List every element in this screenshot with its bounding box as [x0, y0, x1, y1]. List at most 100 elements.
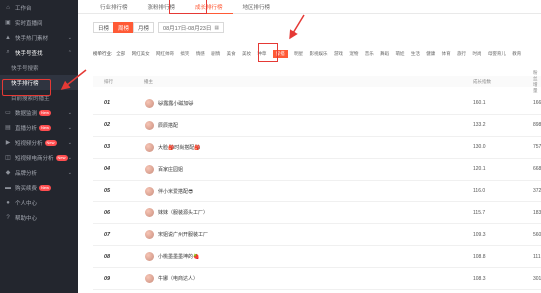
sidebar-item-label: 帮助中心	[15, 215, 38, 222]
category-19[interactable]: 体育	[442, 51, 451, 57]
name-cell[interactable]: 伴小米爱搭配😎	[133, 186, 473, 196]
rank-cell: 03	[104, 144, 111, 151]
category-21[interactable]: 时尚	[472, 51, 481, 57]
category-12[interactable]: 游戏	[334, 51, 343, 57]
table-row[interactable]: 03 大脸🎒时尚搭配🎒 130.0 757	[93, 137, 541, 159]
category-10[interactable]: 明星	[294, 51, 303, 57]
score-cell: 108.3	[473, 275, 486, 282]
fans-cell: 372	[533, 188, 541, 194]
monitor-icon: ▭	[5, 110, 11, 116]
avatar	[145, 164, 154, 174]
chevron-icon: ⌄	[67, 35, 72, 41]
category-0[interactable]: 全部	[116, 51, 125, 57]
category-13[interactable]: 宠物	[349, 51, 358, 57]
streamer-name: 伴小米爱搭配😎	[158, 188, 194, 195]
tab-region[interactable]: 地区排行榜	[233, 0, 281, 14]
live-icon: ▣	[5, 20, 11, 26]
sidebar-item[interactable]: ⌂ 工作台	[0, 0, 78, 15]
period-selector: 日榜 周榜 月榜 08月17日-08月23日 ▦	[93, 22, 225, 33]
sidebar-item[interactable]: ▭ 数据监测 New ⌄	[0, 105, 78, 120]
sidebar-item[interactable]: 快手号搜索	[0, 60, 78, 75]
month-button[interactable]: 月榜	[133, 22, 155, 33]
day-button[interactable]: 日榜	[93, 22, 115, 33]
diamond-icon: ◆	[5, 170, 11, 176]
sidebar-item[interactable]: ◫ 短视频电商分析 New ⌄	[0, 150, 78, 165]
category-11[interactable]: 影视娱乐	[310, 51, 328, 57]
category-23[interactable]: 教育	[512, 51, 521, 57]
category-3[interactable]: 搞笑	[180, 51, 189, 57]
sidebar-highlight-box	[2, 79, 51, 96]
table-row[interactable]: 09 牛娜（电商达人） 108.3 301	[93, 268, 541, 291]
table-row[interactable]: 01 😺露露小磁加😺 160.1 166	[93, 93, 541, 115]
table-row[interactable]: 06 妹妹（服装源头工厂） 115.7 183	[93, 202, 541, 225]
avatar	[145, 142, 154, 152]
category-1[interactable]: 网红美女	[132, 51, 150, 57]
category-17[interactable]: 生活	[411, 51, 420, 57]
score-cell: 116.0	[473, 188, 486, 194]
ranking-table: 01 😺露露小磁加😺 160.1 166 02 辰辰搭配 133.2 898 03 大脸🎒时尚搭配…	[93, 93, 541, 291]
new-badge: New	[39, 109, 52, 116]
sidebar-item[interactable]: ▶ 短视频分析 New ⌄	[0, 135, 78, 150]
video-icon: ▶	[5, 140, 11, 146]
name-cell[interactable]: 百家庄园姐	[133, 164, 473, 174]
main-panel: 行业排行榜 涨粉排行榜 成长排行榜 地区排行榜 日榜 周榜 月榜 08月17日-…	[78, 0, 541, 293]
category-15[interactable]: 舞蹈	[380, 51, 389, 57]
streamer-name: 辰辰搭配	[158, 122, 179, 129]
category-2[interactable]: 网红帅哥	[156, 51, 174, 57]
name-cell[interactable]: 大脸🎒时尚搭配🎒	[133, 142, 473, 152]
category-6[interactable]: 美食	[227, 51, 236, 57]
sidebar-item-label: 个人中心	[15, 200, 38, 207]
tab-industry[interactable]: 行业排行榜	[90, 0, 138, 14]
streamer-name: 妹妹（服装源头工厂）	[158, 210, 209, 217]
avatar	[145, 120, 154, 130]
category-14[interactable]: 音乐	[365, 51, 374, 57]
fans-cell: 757	[533, 144, 541, 151]
date-range-select[interactable]: 08月17日-08月23日 ▦	[158, 22, 225, 33]
sidebar-item[interactable]: ● 个人中心	[0, 195, 78, 210]
category-label: 榜单行业:	[93, 51, 113, 56]
category-7[interactable]: 美妆	[242, 51, 251, 57]
category-18[interactable]: 健康	[426, 51, 435, 57]
rank-cell: 01	[104, 100, 111, 107]
header-fans: 粉丝增量	[533, 69, 538, 93]
table-row[interactable]: 08 小桃墨墨墨坤的🍓 108.8 111	[93, 246, 541, 269]
name-cell[interactable]: 妹妹（服装源头工厂）	[133, 208, 473, 218]
sidebar-item[interactable]: ? 帮助中心	[0, 210, 78, 225]
new-badge: New	[39, 184, 52, 191]
date-range-text: 08月17日-08月23日	[163, 25, 212, 32]
sidebar-item[interactable]: ◆ 品牌分析 ⌄	[0, 165, 78, 180]
table-row[interactable]: 05 伴小米爱搭配😎 116.0 372	[93, 181, 541, 203]
name-cell[interactable]: 宋姐说广州开服装工厂	[133, 230, 473, 240]
name-cell[interactable]: 😺露露小磁加😺	[133, 98, 473, 108]
sidebar-item-label: 数据监测	[15, 110, 38, 117]
sidebar-item-label: 直播分析	[15, 125, 38, 132]
sidebar-item[interactable]: ▬ 购买续费 New	[0, 180, 78, 195]
category-5[interactable]: 剧情	[211, 51, 220, 57]
sidebar-item-label: 实时直播间	[15, 20, 43, 27]
table-row[interactable]: 02 辰辰搭配 133.2 898	[93, 115, 541, 137]
name-cell[interactable]: 牛娜（电商达人）	[133, 274, 473, 284]
app-window: ⌂ 工作台 ▣ 实时直播间 ▲ 快手热门素材 ⌄ ⌕ 快手号查找 ⌃ 快手号搜索 快手排行榜 目前搜索的…	[0, 0, 541, 293]
score-cell: 160.1	[473, 100, 486, 107]
category-22[interactable]: 母婴育儿	[488, 51, 506, 57]
sidebar-item[interactable]: ▲ 快手热门素材 ⌄	[0, 30, 78, 45]
fans-cell: 183	[533, 209, 541, 216]
category-16[interactable]: 萌娃	[396, 51, 405, 57]
help-icon: ?	[6, 214, 10, 221]
fans-cell: 301	[533, 275, 541, 282]
sidebar-item[interactable]: ▤ 直播分析 New ⌄	[0, 120, 78, 135]
table-row[interactable]: 07 宋姐说广州开服装工厂 109.3 560	[93, 224, 541, 247]
category-20[interactable]: 旅行	[457, 51, 466, 57]
sidebar-item[interactable]: ▣ 实时直播间	[0, 15, 78, 30]
sidebar-item[interactable]: ⌕ 快手号查找 ⌃	[0, 45, 78, 60]
table-row[interactable]: 04 百家庄园姐 120.1 668	[93, 159, 541, 181]
rank-cell: 09	[104, 275, 111, 282]
category-4[interactable]: 情感	[196, 51, 205, 57]
fire-icon: ▲	[5, 34, 11, 41]
week-button[interactable]: 周榜	[113, 22, 135, 33]
avatar	[145, 230, 154, 240]
name-cell[interactable]: 小桃墨墨墨坤的🍓	[133, 252, 473, 262]
rank-cell: 07	[104, 231, 111, 238]
name-cell[interactable]: 辰辰搭配	[133, 120, 473, 130]
score-cell: 133.2	[473, 122, 486, 129]
